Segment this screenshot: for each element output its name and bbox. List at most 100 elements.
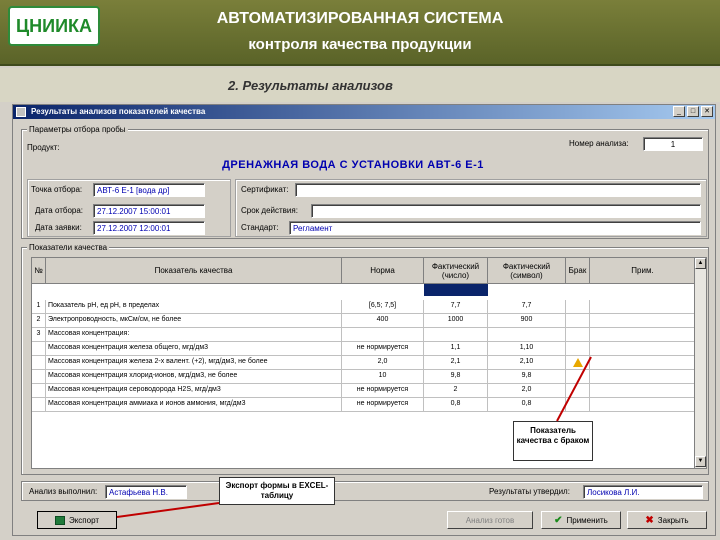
table-cell[interactable]: не нормируется	[342, 398, 424, 412]
analyze-label: Анализ готов	[465, 515, 515, 525]
sampled-field[interactable]: 27.12.2007 15:00:01	[93, 204, 205, 218]
table-cell[interactable]	[342, 328, 424, 342]
sampled-label: Дата отбора:	[35, 206, 84, 215]
analyst-label: Анализ выполнил:	[29, 487, 98, 496]
table-cell[interactable]: 1,1	[424, 342, 488, 356]
table-cell[interactable]: 10	[342, 370, 424, 384]
minimize-button[interactable]: _	[673, 106, 685, 117]
table-cell[interactable]	[566, 384, 590, 398]
slide-header: ЦНИИКА АВТОМАТИЗИРОВАННАЯ СИСТЕМА контро…	[0, 0, 720, 66]
check-icon: ✔	[554, 514, 563, 526]
table-cell[interactable]: 0,8	[424, 398, 488, 412]
scroll-down-button[interactable]: ▼	[695, 456, 706, 467]
table-cell[interactable]	[566, 342, 590, 356]
table-cell[interactable]: Массовая концентрация сероводорода H2S, …	[46, 384, 342, 398]
table-cell[interactable]: Электропроводность, мкСм/см, не более	[46, 314, 342, 328]
col-header-norm[interactable]: Норма	[342, 258, 424, 284]
apply-button[interactable]: ✔ Применить	[541, 511, 621, 529]
col-header-actual-num[interactable]: Фактический (число)	[424, 258, 488, 284]
table-cell[interactable]: Массовая концентрация железа общего, мгд…	[46, 342, 342, 356]
table-cell[interactable]	[590, 328, 696, 342]
table-cell[interactable]	[590, 370, 696, 384]
validity-field[interactable]	[311, 204, 701, 218]
received-label: Дата заявки:	[35, 223, 82, 232]
table-cell[interactable]	[566, 300, 590, 314]
col-header-number[interactable]: №	[32, 258, 46, 284]
table-cell[interactable]: Показатель рН, ед рН, в пределах	[46, 300, 342, 314]
slide-title: АВТОМАТИЗИРОВАННАЯ СИСТЕМА	[216, 10, 504, 27]
analysis-no-field[interactable]: 1	[643, 137, 703, 151]
table-cell[interactable]	[590, 356, 696, 370]
table-cell[interactable]: 900	[488, 314, 566, 328]
table-cell[interactable]: Массовая концентрация аммиака и ионов ам…	[46, 398, 342, 412]
table-cell[interactable]	[566, 328, 590, 342]
table-cell[interactable]	[32, 384, 46, 398]
table-cell[interactable]: 2,1	[424, 356, 488, 370]
col-header-note[interactable]: Прим.	[590, 258, 696, 284]
table-cell[interactable]	[32, 370, 46, 384]
table-cell[interactable]	[32, 342, 46, 356]
table-cell[interactable]	[590, 398, 696, 412]
export-label: Экспорт	[68, 515, 100, 525]
approver-field[interactable]: Лосикова Л.И.	[583, 485, 703, 499]
table-cell[interactable]: 9,8	[488, 370, 566, 384]
table-cell[interactable]: 1,10	[488, 342, 566, 356]
col-header-indicator[interactable]: Показатель качества	[46, 258, 342, 284]
table-cell[interactable]: 1000	[424, 314, 488, 328]
table-cell[interactable]: 3	[32, 328, 46, 342]
table-cell[interactable]	[32, 398, 46, 412]
table-cell[interactable]	[590, 342, 696, 356]
standard-field[interactable]: Регламент	[289, 221, 701, 235]
close-button[interactable]: ✖ Закрыть	[627, 511, 707, 529]
table-cell[interactable]: 9,8	[424, 370, 488, 384]
table-cell[interactable]: 7,7	[424, 300, 488, 314]
received-field[interactable]: 27.12.2007 12:00:01	[93, 221, 205, 235]
export-button[interactable]: Экспорт	[37, 511, 117, 529]
table-cell[interactable]: не нормируется	[342, 384, 424, 398]
table-cell[interactable]: Массовая концентрация железа 2-х валент.…	[46, 356, 342, 370]
table-cell[interactable]	[566, 370, 590, 384]
close-window-button[interactable]: ✕	[701, 106, 713, 117]
col-header-defect[interactable]: Брак	[566, 258, 590, 284]
table-cell[interactable]: [6,5; 7,5]	[342, 300, 424, 314]
app-icon	[16, 107, 26, 117]
logo: ЦНИИКА	[8, 6, 100, 46]
scroll-up-button[interactable]: ▲	[695, 258, 706, 269]
table-cell[interactable]	[590, 300, 696, 314]
table-cell[interactable]: 1	[32, 300, 46, 314]
table-cell[interactable]: не нормируется	[342, 342, 424, 356]
analyst-field[interactable]: Астафьева Н.В.	[105, 485, 187, 499]
table-cell[interactable]: 2	[32, 314, 46, 328]
table-cell[interactable]: 400	[342, 314, 424, 328]
close-label: Закрыть	[657, 515, 689, 525]
analysis-no-label: Номер анализа:	[569, 139, 629, 148]
table-cell[interactable]	[488, 328, 566, 342]
selected-cell[interactable]	[424, 284, 488, 296]
table-cell[interactable]: Массовая концентрация хлорид-ионов, мгд/…	[46, 370, 342, 384]
table-cell[interactable]: 0,8	[488, 398, 566, 412]
maximize-button[interactable]: □	[687, 106, 699, 117]
table-cell[interactable]: 2,10	[488, 356, 566, 370]
logo-text: ЦНИИКА	[16, 16, 93, 36]
table-cell[interactable]: Массовая концентрация:	[46, 328, 342, 342]
table-cell[interactable]	[590, 384, 696, 398]
table-cell[interactable]	[32, 356, 46, 370]
table-cell[interactable]	[424, 328, 488, 342]
cert-field[interactable]	[295, 183, 701, 197]
table-cell[interactable]: 2,0	[342, 356, 424, 370]
apply-label: Применить	[566, 515, 608, 525]
cert-label: Сертификат:	[241, 185, 289, 194]
table-cell[interactable]: 2	[424, 384, 488, 398]
product-label: Продукт:	[27, 143, 60, 152]
col-header-actual-sym[interactable]: Фактический (символ)	[488, 258, 566, 284]
table-cell[interactable]	[566, 314, 590, 328]
point-label: Точка отбора:	[31, 185, 83, 194]
defect-callout: Показатель качества с браком	[513, 421, 593, 461]
analyze-button[interactable]: Анализ готов	[447, 511, 533, 529]
table-cell[interactable]	[590, 314, 696, 328]
table-cell[interactable]: 2,0	[488, 384, 566, 398]
table-cell[interactable]: 7,7	[488, 300, 566, 314]
table-cell[interactable]	[566, 398, 590, 412]
point-field[interactable]: АВТ-6 Е-1 [вода др]	[93, 183, 205, 197]
table-scrollbar[interactable]: ▲ ▼	[694, 258, 706, 468]
